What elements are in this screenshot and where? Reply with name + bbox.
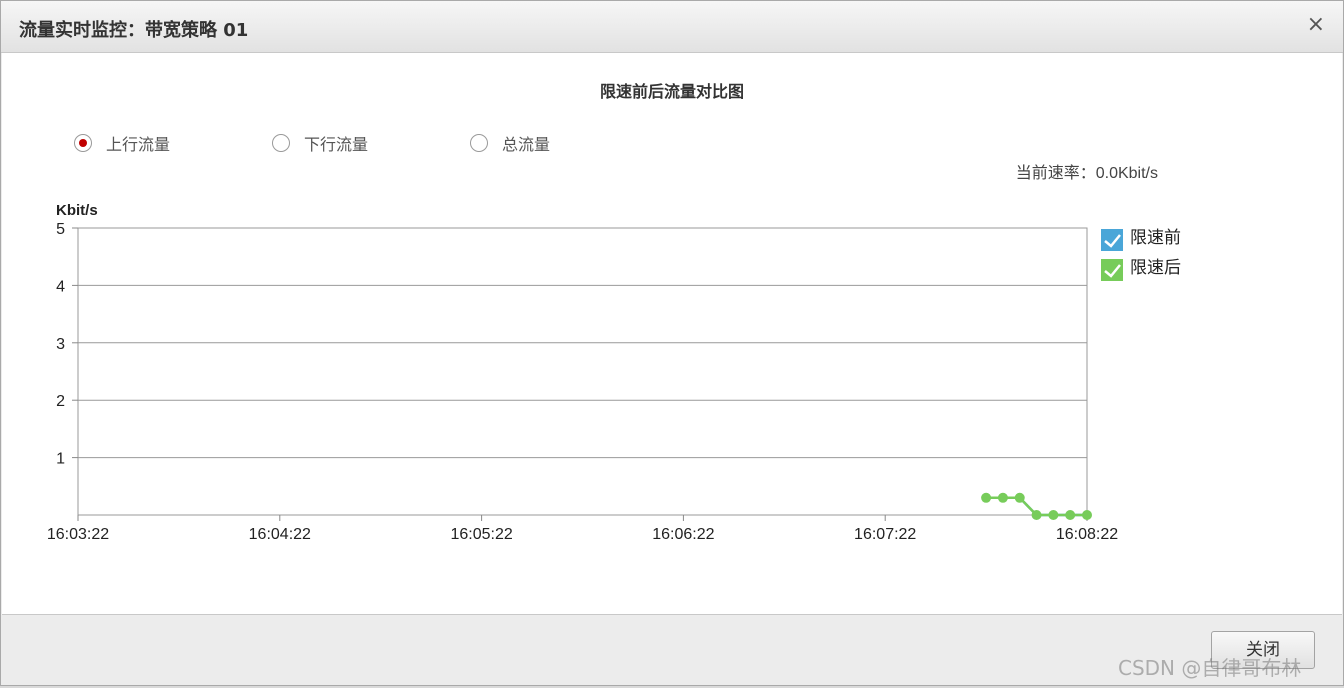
x-tick-label: 16:05:22 [450, 526, 512, 543]
watermark: CSDN @自律哥布林 [1118, 656, 1302, 680]
data-point [981, 492, 992, 503]
x-tick-label: 16:08:22 [1056, 526, 1118, 543]
y-tick-label: 1 [56, 451, 65, 468]
x-tick-label: 16:04:22 [249, 526, 311, 543]
data-point [1065, 510, 1076, 520]
legend-label: 限速前 [1130, 228, 1181, 248]
x-tick-label: 16:07:22 [854, 526, 916, 543]
data-point [997, 492, 1008, 503]
data-point [1048, 510, 1059, 520]
legend-item-0[interactable]: 限速前 [1101, 228, 1181, 251]
y-tick-label: 2 [56, 393, 65, 410]
y-tick-label: 3 [56, 336, 65, 353]
data-point [1014, 492, 1025, 503]
traffic-monitor-dialog: 流量实时监控：带宽策略 01 × 限速前后流量对比图 上行流量 下行流量 总流量… [0, 0, 1344, 686]
legend-item-1[interactable]: 限速后 [1101, 258, 1181, 281]
y-tick-label: 4 [56, 278, 65, 295]
y-axis-label: Kbit/s [56, 202, 98, 219]
traffic-chart: Kbit/s 1 2 3 4 5 16:03:22 16:04:22 16:05:22 16:… [47, 202, 1181, 543]
x-tick-label: 16:06:22 [652, 526, 714, 543]
data-point [1082, 510, 1092, 520]
legend-label: 限速后 [1130, 258, 1181, 278]
data-point [1031, 510, 1042, 520]
plot-frame [77, 227, 1088, 516]
y-tick-label: 5 [56, 221, 65, 238]
legend-checkbox-icon[interactable] [1101, 229, 1123, 251]
x-tick-label: 16:03:22 [47, 526, 109, 543]
legend-checkbox-icon[interactable] [1101, 259, 1123, 281]
